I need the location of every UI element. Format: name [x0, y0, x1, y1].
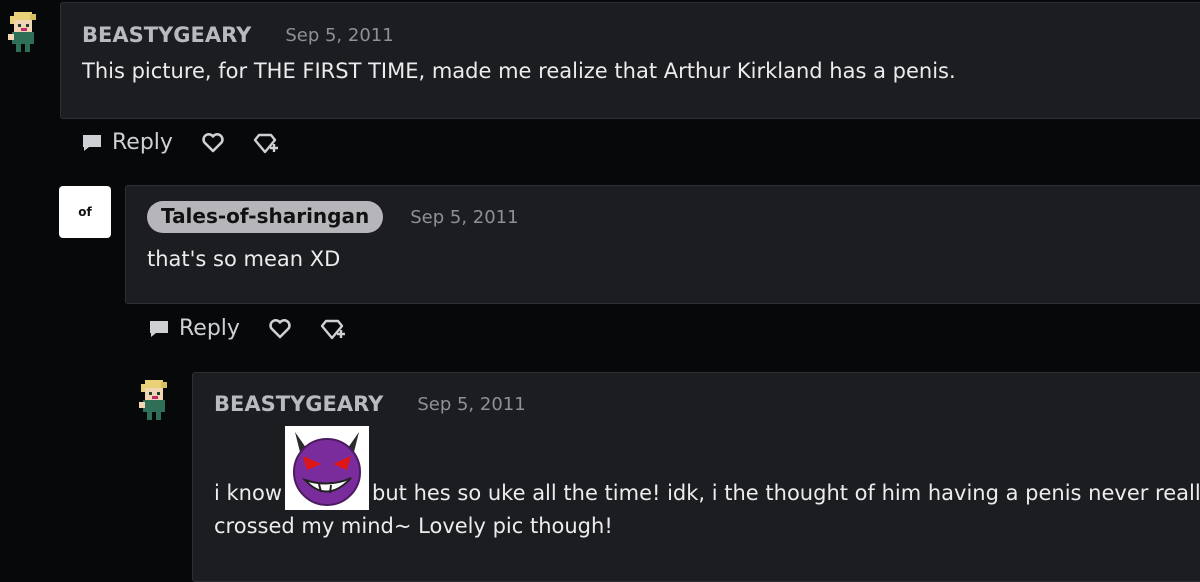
user-avatar[interactable]: of	[59, 186, 111, 238]
devil-emote-icon	[285, 426, 370, 510]
avatar-text: of	[78, 205, 92, 219]
reply-label: Reply	[179, 316, 240, 341]
chat-bubble-icon	[83, 134, 101, 151]
like-button[interactable]	[201, 132, 225, 154]
heart-icon	[202, 132, 224, 152]
comment-card: Tales-of-sharingan Sep 5, 2011 that's so…	[125, 185, 1200, 304]
comment-text: This picture, for THE FIRST TIME, made m…	[82, 59, 956, 83]
author-name[interactable]: BEASTYGEARY	[82, 23, 251, 47]
comment-text-line2: crossed my mind~ Lovely pic though!	[214, 514, 613, 538]
pixel-character-icon	[8, 12, 36, 52]
comment-date[interactable]: Sep 5, 2011	[410, 207, 518, 228]
comment-card: BEASTYGEARY Sep 5, 2011 i know but hes s…	[192, 372, 1200, 582]
author-name[interactable]: Tales-of-sharingan	[147, 201, 384, 233]
comment-date[interactable]: Sep 5, 2011	[417, 394, 525, 415]
heart-icon	[269, 318, 291, 338]
pixel-character-icon	[139, 380, 167, 420]
chat-bubble-icon	[150, 320, 168, 337]
reply-button[interactable]: Reply	[80, 130, 173, 155]
user-avatar[interactable]	[137, 378, 173, 426]
comment-meta: Tales-of-sharingan Sep 5, 2011	[147, 201, 1200, 233]
comment-meta: BEASTYGEARY Sep 5, 2011	[82, 23, 1200, 47]
award-badge-icon	[320, 319, 345, 339]
reply-label: Reply	[112, 130, 173, 155]
comment-meta: BEASTYGEARY Sep 5, 2011	[214, 392, 1200, 416]
comment-actions: Reply	[80, 130, 281, 155]
comment-actions: Reply	[147, 316, 348, 341]
award-button[interactable]	[253, 131, 281, 155]
like-button[interactable]	[268, 318, 292, 340]
comment-text: i know but hes so uke all the time! idk,…	[214, 426, 1200, 510]
award-button[interactable]	[320, 317, 348, 341]
comment-text-before: i know	[214, 481, 283, 505]
comment-text-after: but hes so uke all the time! idk, i the …	[372, 481, 1200, 505]
award-badge-icon	[253, 133, 278, 153]
comment-card: BEASTYGEARY Sep 5, 2011 This picture, fo…	[60, 2, 1200, 119]
user-avatar[interactable]	[6, 10, 42, 58]
reply-button[interactable]: Reply	[147, 316, 240, 341]
author-name[interactable]: BEASTYGEARY	[214, 392, 383, 416]
comment-text: that's so mean XD	[147, 247, 341, 271]
comment-date[interactable]: Sep 5, 2011	[285, 25, 393, 46]
